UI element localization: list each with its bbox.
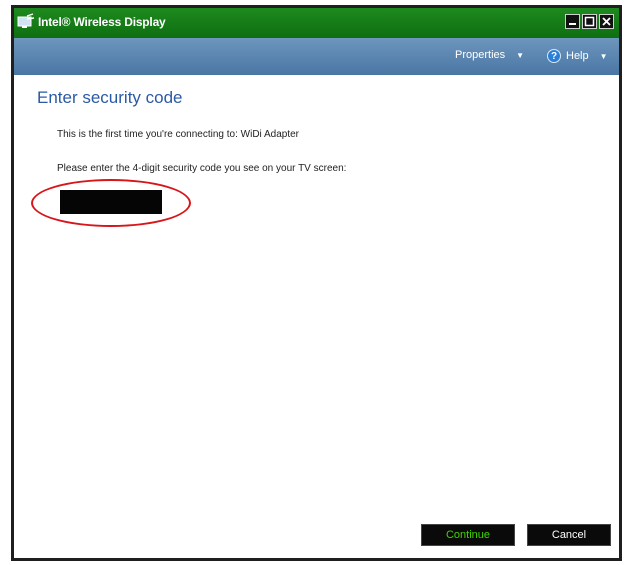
wireless-display-window: Intel® Wireless Display Properties ▼ ? H…: [11, 5, 622, 561]
help-icon: ?: [547, 49, 561, 63]
help-menu[interactable]: ? Help ▼: [547, 49, 608, 63]
close-button[interactable]: [599, 14, 614, 29]
menu-bar: Properties ▼ ? Help ▼: [14, 38, 619, 75]
close-icon: [602, 17, 611, 26]
cancel-button[interactable]: Cancel: [527, 524, 611, 546]
title-bar[interactable]: Intel® Wireless Display: [14, 8, 619, 38]
maximize-icon: [584, 16, 595, 27]
page-title: Enter security code: [37, 88, 183, 107]
continue-button[interactable]: Continue: [421, 524, 515, 546]
properties-menu-label: Properties: [455, 49, 506, 61]
chevron-down-icon: ▼: [599, 51, 608, 61]
wireless-display-app-icon: [17, 13, 35, 29]
minimize-icon: [569, 23, 576, 25]
help-menu-label: Help: [566, 50, 589, 62]
connecting-message: This is the first time you're connecting…: [57, 129, 300, 140]
window-title: Intel® Wireless Display: [38, 15, 166, 29]
properties-menu[interactable]: Properties ▼: [455, 49, 524, 61]
security-code-instruction: Please enter the 4-digit security code y…: [57, 163, 347, 174]
security-code-input[interactable]: [60, 190, 162, 214]
minimize-button[interactable]: [565, 14, 580, 29]
chevron-down-icon: ▼: [516, 50, 525, 60]
maximize-button[interactable]: [582, 14, 597, 29]
